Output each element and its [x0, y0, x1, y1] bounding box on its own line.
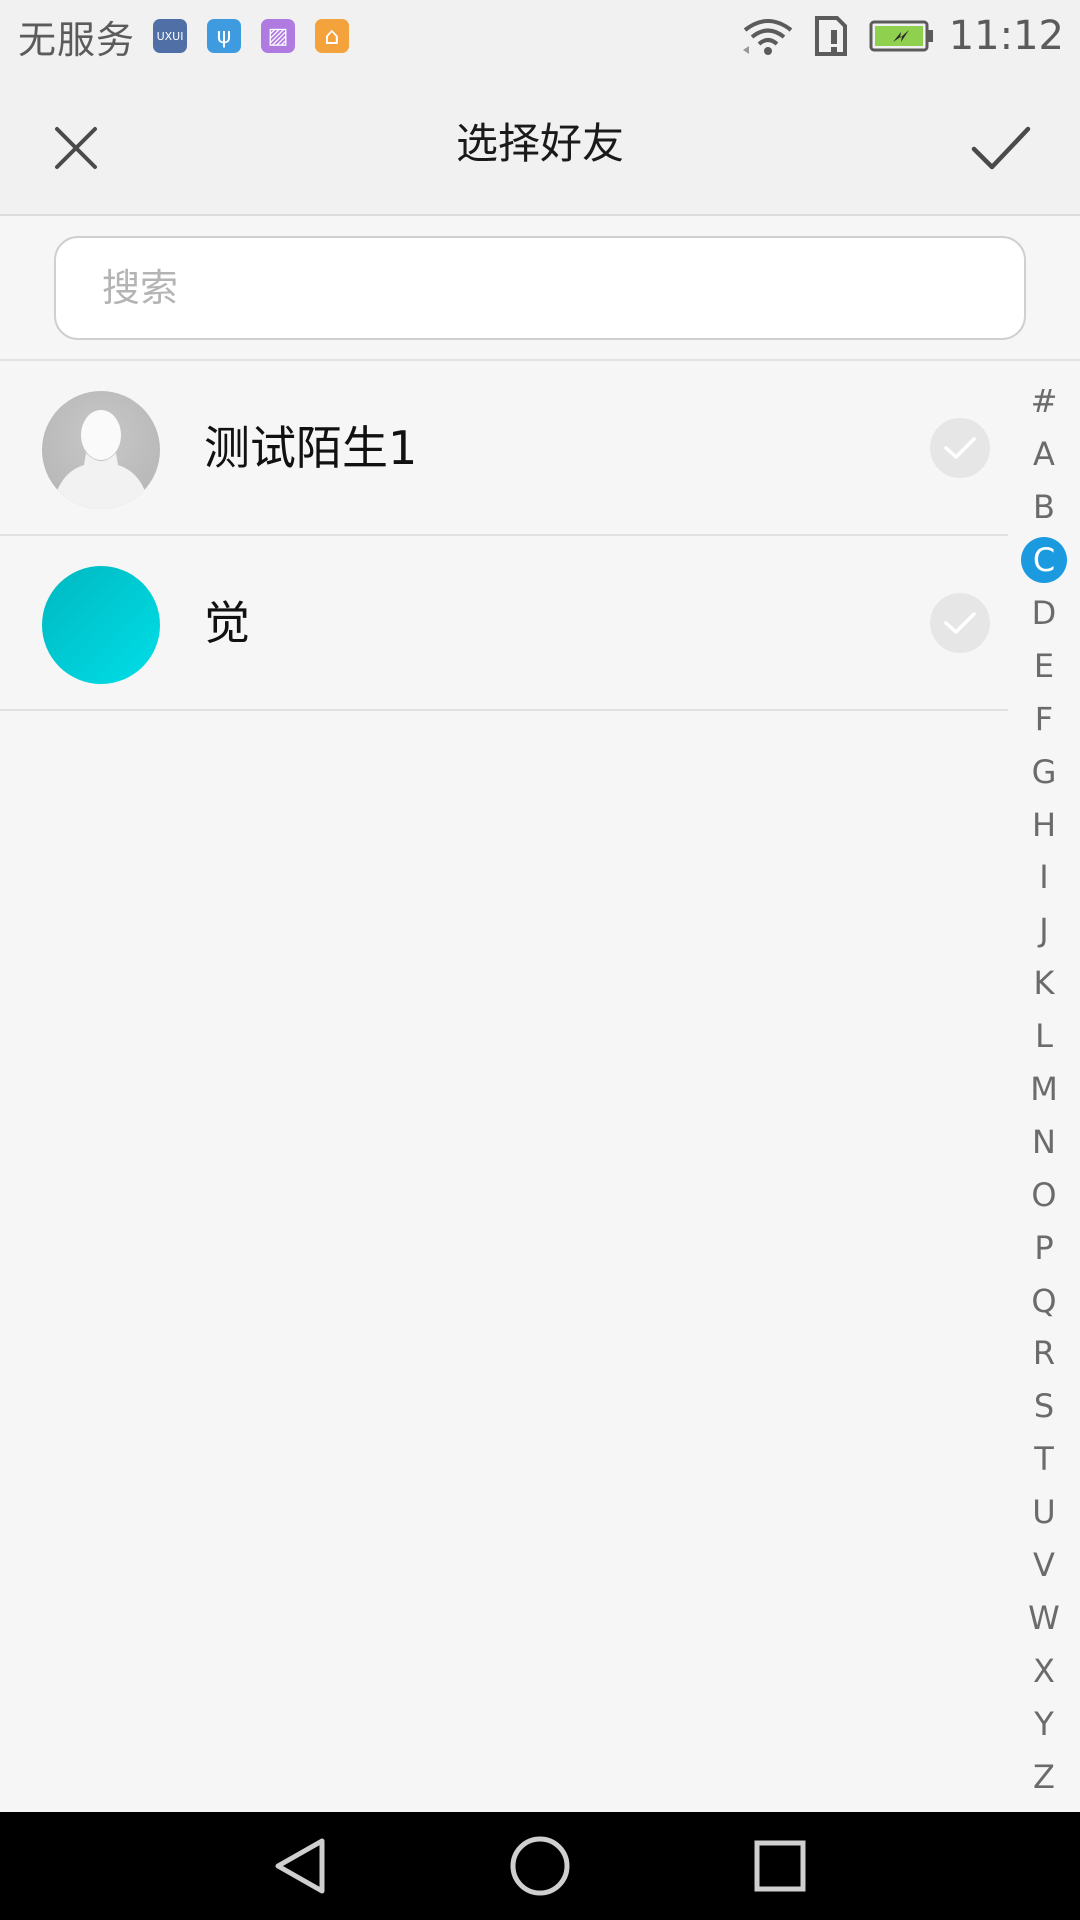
index-letter-q[interactable]: Q: [1008, 1274, 1080, 1327]
index-letter-label: I: [1039, 858, 1049, 897]
index-letter-s[interactable]: S: [1008, 1380, 1080, 1433]
navigation-bar: [0, 1812, 1080, 1920]
index-letter-hash[interactable]: #: [1008, 375, 1080, 428]
index-letter-e[interactable]: E: [1008, 639, 1080, 692]
list-item[interactable]: 觉: [0, 536, 1008, 711]
index-letter-label: #: [1030, 382, 1058, 421]
recents-button[interactable]: [748, 1834, 812, 1898]
index-letter-label: W: [1028, 1598, 1060, 1637]
back-icon: [275, 1838, 325, 1894]
index-letter-x[interactable]: X: [1008, 1644, 1080, 1697]
title-bar: 选择好友: [0, 72, 1080, 216]
select-checkbox[interactable]: [930, 593, 990, 653]
default-person-icon: [52, 410, 150, 509]
sim-icon: [814, 16, 847, 56]
index-letter-label: M: [1030, 1070, 1058, 1109]
carrier-label: 无服务: [18, 17, 136, 62]
index-letter-label: O: [1031, 1175, 1057, 1214]
index-letter-label: H: [1031, 805, 1057, 844]
index-letter-label: L: [1035, 1017, 1053, 1056]
search-area: [0, 216, 1080, 361]
home-button[interactable]: [508, 1834, 572, 1898]
uxui-app-icon: UXUI: [153, 19, 188, 53]
index-letter-m[interactable]: M: [1008, 1063, 1080, 1116]
index-letter-label: R: [1032, 1334, 1056, 1373]
index-letter-j[interactable]: J: [1008, 904, 1080, 957]
battery-icon: [869, 20, 933, 52]
home-icon: [510, 1836, 570, 1896]
avatar: [42, 391, 160, 509]
back-button[interactable]: [268, 1834, 332, 1898]
index-letter-b[interactable]: B: [1008, 481, 1080, 534]
index-letter-label: P: [1034, 1228, 1054, 1267]
checkmark-icon: [971, 126, 1031, 170]
index-letter-label: S: [1033, 1387, 1055, 1426]
index-letter-label: Y: [1034, 1704, 1054, 1743]
index-letter-label: D: [1031, 594, 1057, 632]
index-letter-n[interactable]: N: [1008, 1115, 1080, 1168]
status-right-group: 11:12: [741, 13, 1064, 59]
index-letter-h[interactable]: H: [1008, 798, 1080, 851]
index-letter-label: A: [1033, 435, 1055, 474]
index-letter-o[interactable]: O: [1008, 1168, 1080, 1221]
index-letter-g[interactable]: G: [1008, 745, 1080, 798]
avatar: [42, 566, 160, 684]
index-letter-a[interactable]: A: [1008, 428, 1080, 481]
index-letter-label: F: [1034, 699, 1054, 738]
alphabet-index[interactable]: # A B C D E F G H I J K L M N O P Q R S T U V W X Y Z: [1008, 375, 1080, 1803]
index-letter-label: T: [1034, 1440, 1054, 1479]
check-icon: [944, 612, 976, 634]
list-item[interactable]: 测试陌生1: [0, 361, 1008, 536]
status-bar: 无服务 UXUI ψ ▨ ⌂ 11:12: [0, 0, 1080, 72]
gallery-icon: ▨: [261, 19, 296, 53]
index-letter-label: B: [1033, 488, 1055, 527]
wifi-icon: [742, 19, 792, 55]
contact-list: 测试陌生1 觉: [0, 361, 1008, 711]
index-letter-label: Z: [1033, 1757, 1055, 1796]
index-letter-label: U: [1032, 1493, 1056, 1532]
confirm-button[interactable]: [966, 116, 1036, 180]
index-letter-c[interactable]: C: [1008, 534, 1080, 587]
index-letter-label: G: [1031, 752, 1057, 791]
index-letter-k[interactable]: K: [1008, 957, 1080, 1010]
index-letter-label: C: [1021, 537, 1067, 584]
check-icon: [944, 437, 976, 459]
index-letter-u[interactable]: U: [1008, 1486, 1080, 1539]
index-letter-label: V: [1033, 1546, 1055, 1585]
index-letter-l[interactable]: L: [1008, 1010, 1080, 1063]
contact-name: 测试陌生1: [204, 421, 418, 475]
index-letter-i[interactable]: I: [1008, 851, 1080, 904]
usb-icon: ψ: [207, 19, 242, 53]
index-letter-v[interactable]: V: [1008, 1539, 1080, 1592]
index-letter-label: K: [1033, 964, 1055, 1003]
contact-name: 觉: [204, 596, 250, 650]
search-input[interactable]: [54, 236, 1026, 340]
index-letter-label: N: [1032, 1122, 1056, 1161]
index-letter-label: Q: [1031, 1281, 1057, 1320]
home-app-icon: ⌂: [315, 19, 350, 53]
select-checkbox[interactable]: [930, 418, 990, 478]
clock: 11:12: [948, 13, 1064, 59]
recents-icon: [754, 1840, 806, 1892]
index-letter-y[interactable]: Y: [1008, 1697, 1080, 1750]
index-letter-t[interactable]: T: [1008, 1433, 1080, 1486]
index-letter-r[interactable]: R: [1008, 1327, 1080, 1380]
index-letter-w[interactable]: W: [1008, 1591, 1080, 1644]
index-letter-p[interactable]: P: [1008, 1221, 1080, 1274]
index-letter-label: J: [1039, 911, 1049, 950]
index-letter-d[interactable]: D: [1008, 587, 1080, 640]
page-title: 选择好友: [455, 119, 624, 168]
index-letter-label: X: [1033, 1651, 1055, 1690]
index-letter-label: E: [1033, 646, 1055, 685]
index-letter-f[interactable]: F: [1008, 692, 1080, 745]
index-letter-z[interactable]: Z: [1008, 1750, 1080, 1803]
